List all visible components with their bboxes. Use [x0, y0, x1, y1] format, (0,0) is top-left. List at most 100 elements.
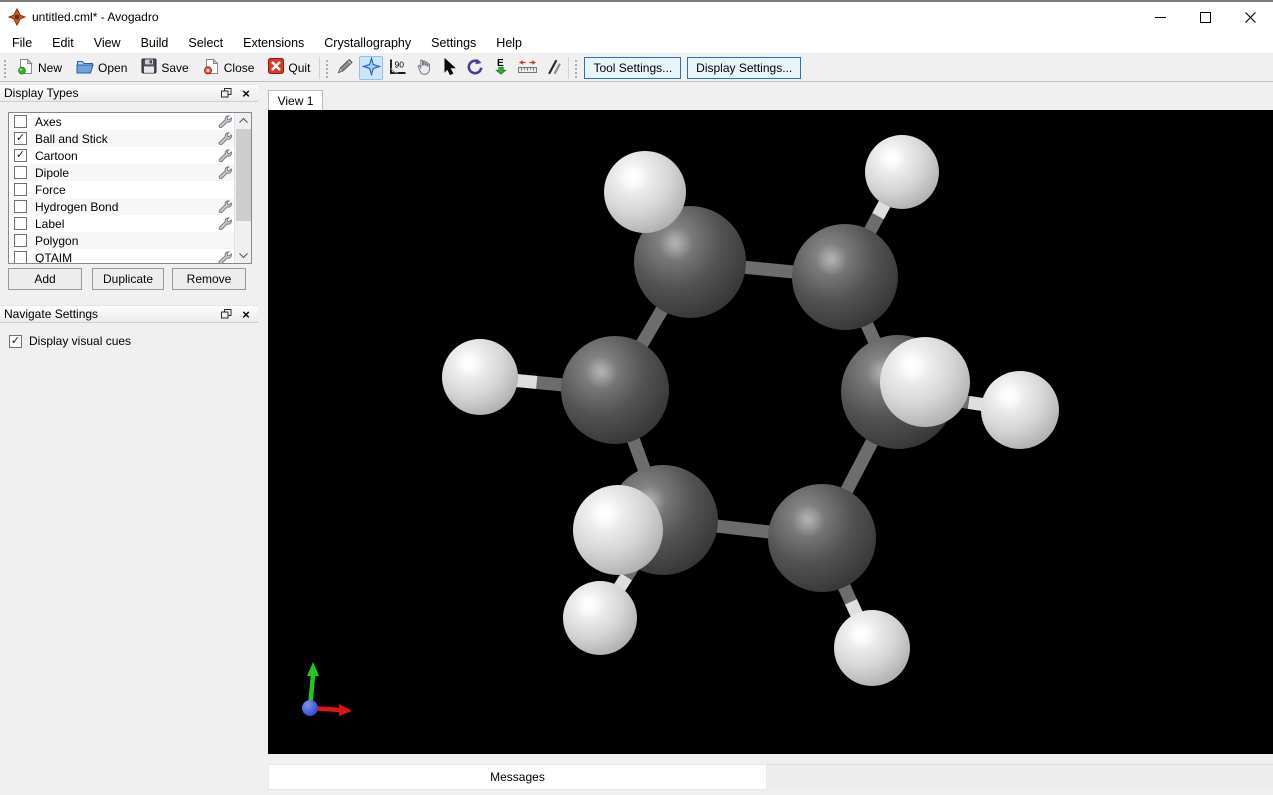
wrench-settings-icon[interactable]	[217, 115, 233, 129]
wrench-settings-icon[interactable]	[217, 200, 233, 214]
manipulate-tool-button[interactable]	[411, 56, 435, 80]
display-type-row-ball-and-stick[interactable]: Ball and Stick	[9, 130, 235, 147]
add-button[interactable]: Add	[8, 268, 82, 290]
float-panel-icon[interactable]	[218, 86, 234, 100]
toolbar-drag-handle[interactable]	[573, 58, 578, 78]
menu-item-settings[interactable]: Settings	[421, 32, 486, 53]
main-toolbar: NewOpen Save CloseQuit 90 E Tool Settings..…	[0, 54, 1273, 82]
axes-origin-sphere	[302, 700, 318, 716]
display-type-checkbox-ball-and-stick[interactable]	[14, 132, 27, 145]
float-panel-icon[interactable]	[218, 307, 234, 321]
display-types-panel-titlebar: Display Types ×	[0, 84, 258, 102]
wrench-settings-icon[interactable]	[217, 166, 233, 180]
menu-item-crystallography[interactable]: Crystallography	[314, 32, 421, 53]
avogadro-window: untitled.cml* - Avogadro FileEditViewBui…	[0, 0, 1273, 795]
carbon-atom-C2	[792, 224, 898, 330]
display-type-row-label[interactable]: Label	[9, 215, 235, 232]
remove-button[interactable]: Remove	[172, 268, 246, 290]
wrench-settings-icon[interactable]	[217, 149, 233, 163]
scroll-up-icon[interactable]	[235, 113, 252, 128]
tab-view-1[interactable]: View 1	[268, 90, 323, 110]
navigate-tool-button[interactable]	[359, 56, 383, 80]
duplicate-button[interactable]: Duplicate	[92, 268, 164, 290]
measure-tool-button[interactable]	[515, 56, 539, 80]
close-panel-icon[interactable]: ×	[238, 307, 254, 321]
close-button[interactable]: Close	[196, 56, 262, 80]
display-type-label: Cartoon	[35, 149, 217, 163]
close-document-icon	[203, 58, 220, 78]
view-tab-label: View 1	[278, 94, 314, 108]
display-type-row-qtaim[interactable]: QTAIM	[9, 249, 235, 264]
auto-optimize-tool-button[interactable]: E	[489, 56, 513, 80]
navigate-settings-panel-title: Navigate Settings	[4, 307, 214, 321]
minimize-button[interactable]	[1138, 2, 1183, 32]
bond-centric-tool-button[interactable]: 90	[385, 56, 409, 80]
display-type-checkbox-label[interactable]	[14, 217, 27, 230]
display-type-row-dipole[interactable]: Dipole	[9, 164, 235, 181]
hydrogen-atom-H6	[442, 339, 518, 415]
toolbar-file-group: NewOpen Save CloseQuit	[10, 56, 317, 80]
display-type-checkbox-force[interactable]	[14, 183, 27, 196]
display-types-scrollbar[interactable]	[234, 113, 251, 263]
display-settings-button[interactable]: Display Settings...	[687, 57, 801, 79]
scrollbar-thumb[interactable]	[236, 129, 251, 221]
carbon-atom-C4	[768, 484, 876, 592]
menu-item-file[interactable]: File	[2, 32, 42, 53]
auto-rotate-tool-button[interactable]	[463, 56, 487, 80]
menu-item-edit[interactable]: Edit	[42, 32, 84, 53]
display-type-label: Dipole	[35, 166, 217, 180]
toolbar-tools-group: 90 E	[332, 56, 566, 80]
title-bar: untitled.cml* - Avogadro	[0, 2, 1273, 32]
toolbar-separator	[568, 57, 569, 79]
toolbar-separator	[319, 57, 320, 79]
scroll-down-icon[interactable]	[235, 248, 252, 263]
molecule-viewport-3d[interactable]	[268, 110, 1273, 754]
display-type-checkbox-cartoon[interactable]	[14, 149, 27, 162]
toolbar-drag-handle[interactable]	[2, 58, 7, 78]
hydrogen-atom-H2	[865, 135, 939, 209]
tab-messages[interactable]: Messages	[268, 764, 767, 790]
display-type-label: QTAIM	[35, 251, 217, 265]
hand-icon	[415, 58, 431, 78]
menu-item-build[interactable]: Build	[131, 32, 179, 53]
display-type-label: Hydrogen Bond	[35, 200, 217, 214]
open-button[interactable]: Open	[69, 56, 134, 80]
save-button[interactable]: Save	[134, 56, 195, 80]
menu-item-help[interactable]: Help	[486, 32, 532, 53]
display-type-row-axes[interactable]: Axes	[9, 113, 235, 130]
tool-settings-button[interactable]: Tool Settings...	[584, 57, 681, 79]
maximize-button[interactable]	[1183, 2, 1228, 32]
menu-item-select[interactable]: Select	[178, 32, 233, 53]
menu-item-view[interactable]: View	[84, 32, 131, 53]
display-type-checkbox-dipole[interactable]	[14, 166, 27, 179]
menu-item-extensions[interactable]: Extensions	[233, 32, 314, 53]
draw-tool-button[interactable]	[333, 56, 357, 80]
display-visual-cues-checkbox[interactable]	[9, 335, 22, 348]
close-button[interactable]	[1228, 2, 1273, 32]
quit-app-icon	[268, 58, 284, 77]
display-type-row-cartoon[interactable]: Cartoon	[9, 147, 235, 164]
display-type-row-hydrogen-bond[interactable]: Hydrogen Bond	[9, 198, 235, 215]
wrench-settings-icon[interactable]	[217, 217, 233, 231]
display-type-label: Label	[35, 217, 217, 231]
align-tool-button[interactable]	[541, 56, 565, 80]
display-type-checkbox-hydrogen-bond[interactable]	[14, 200, 27, 213]
selection-tool-button[interactable]	[437, 56, 461, 80]
hydrogen-atom-H3b	[981, 371, 1059, 449]
window-title: untitled.cml* - Avogadro	[32, 10, 159, 24]
display-type-row-polygon[interactable]: Polygon	[9, 232, 235, 249]
bottom-dock-area	[767, 764, 1273, 790]
close-panel-icon[interactable]: ×	[238, 86, 254, 100]
display-type-checkbox-qtaim[interactable]	[14, 251, 27, 264]
save-floppy-icon	[141, 58, 157, 77]
save-button-label: Save	[161, 61, 188, 75]
display-type-label: Polygon	[35, 234, 235, 248]
display-type-checkbox-polygon[interactable]	[14, 234, 27, 247]
new-button[interactable]: New	[10, 56, 69, 80]
display-type-checkbox-axes[interactable]	[14, 115, 27, 128]
wrench-settings-icon[interactable]	[217, 132, 233, 146]
toolbar-drag-handle[interactable]	[324, 58, 329, 78]
display-type-row-force[interactable]: Force	[9, 181, 235, 198]
wrench-settings-icon[interactable]	[217, 251, 233, 265]
quit-button[interactable]: Quit	[261, 56, 317, 80]
